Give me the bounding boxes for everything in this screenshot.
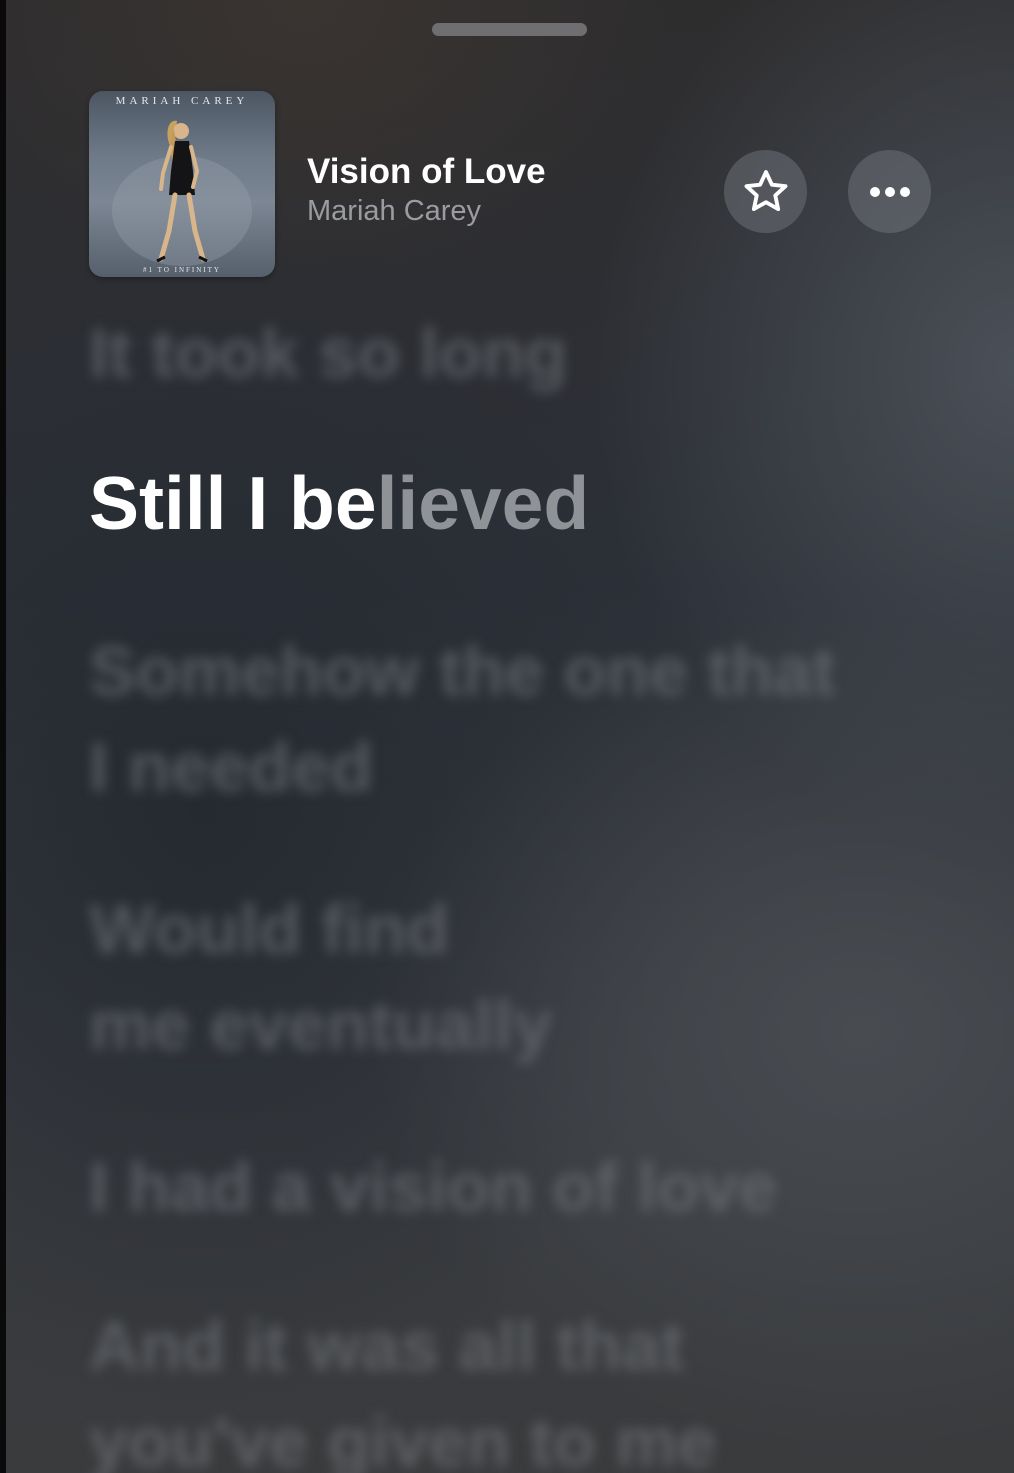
star-icon bbox=[744, 169, 787, 211]
lyric-line[interactable]: I had a vision of love bbox=[89, 1139, 777, 1235]
lyric-line-current[interactable]: Still I believed bbox=[89, 455, 589, 551]
lyric-line[interactable]: And it was all that bbox=[89, 1298, 684, 1394]
window-edge bbox=[0, 0, 6, 1473]
lyric-line-previous[interactable]: It took so long bbox=[89, 305, 567, 401]
ellipsis-icon bbox=[869, 186, 910, 197]
lyric-unsung-part: lieved bbox=[376, 461, 590, 545]
track-artist[interactable]: Mariah Carey bbox=[307, 195, 481, 228]
lyric-sung-part: Still I be bbox=[89, 461, 377, 545]
more-options-button[interactable] bbox=[848, 150, 931, 233]
lyric-line[interactable]: I needed bbox=[89, 719, 373, 815]
lyric-line[interactable]: me eventually bbox=[89, 977, 552, 1073]
lyric-line[interactable]: Would find bbox=[89, 881, 449, 977]
album-art-artist-text: MARIAH CAREY bbox=[115, 95, 249, 107]
lyric-line[interactable]: Somehow the one that bbox=[89, 623, 836, 719]
album-art-footer-text: #1 TO INFINITY bbox=[143, 266, 221, 274]
sheet-grabber[interactable] bbox=[432, 23, 587, 36]
album-art[interactable]: MARIAH CAREY #1 TO INFINITY bbox=[89, 91, 275, 277]
album-art-figure bbox=[112, 120, 252, 266]
lyric-line[interactable]: you've given to me bbox=[89, 1394, 716, 1473]
track-title: Vision of Love bbox=[307, 152, 546, 191]
favorite-button[interactable] bbox=[724, 150, 807, 233]
